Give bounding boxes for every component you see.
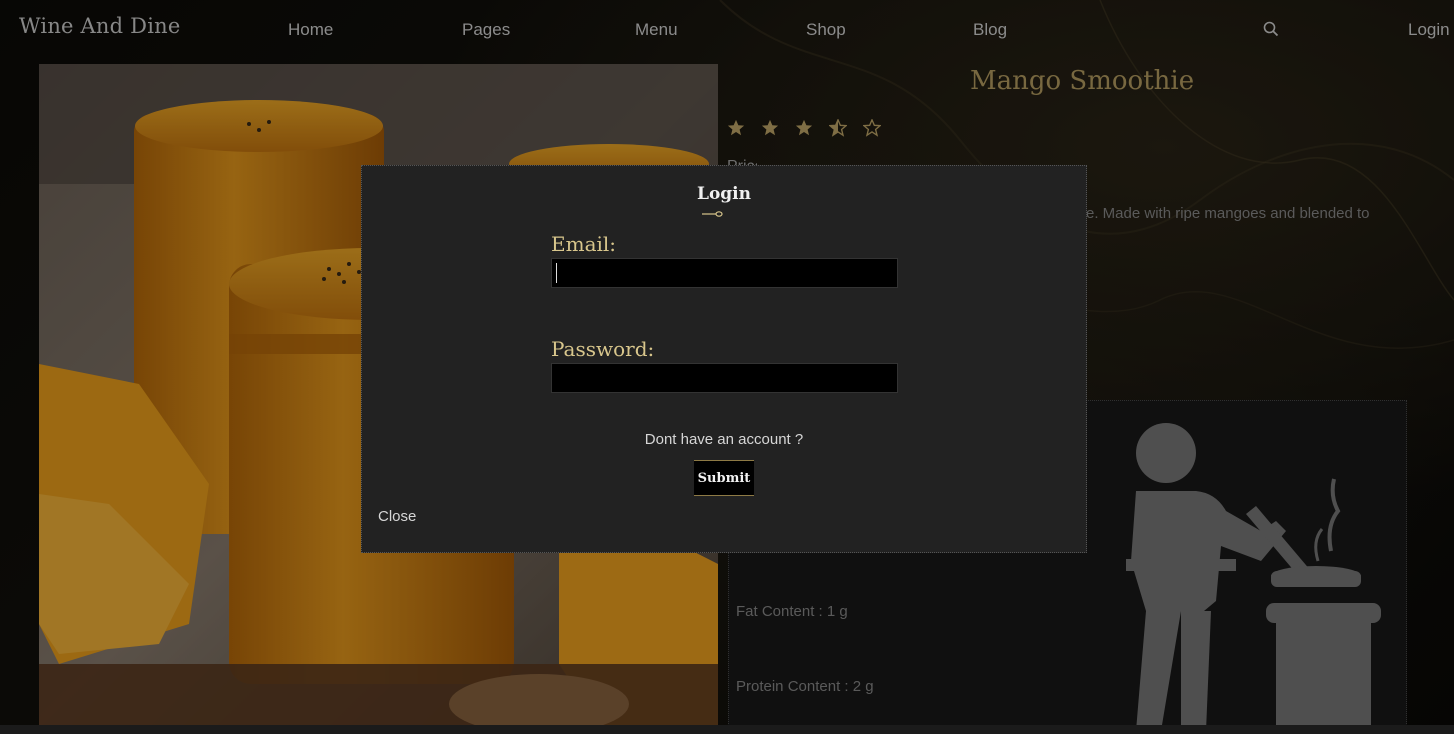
email-field[interactable]: [551, 258, 898, 288]
divider-ornament-icon: [702, 211, 723, 217]
close-button[interactable]: Close: [378, 508, 416, 525]
email-label: Email:: [551, 232, 617, 256]
text-caret: [556, 263, 557, 283]
password-label: Password:: [551, 337, 655, 361]
signup-link[interactable]: Dont have an account ?: [362, 431, 1086, 448]
login-modal: Login Email: Password: Dont have an acco…: [361, 165, 1087, 553]
submit-button[interactable]: Submit: [694, 460, 754, 496]
modal-title: Login: [697, 184, 751, 204]
password-field[interactable]: [551, 363, 898, 393]
